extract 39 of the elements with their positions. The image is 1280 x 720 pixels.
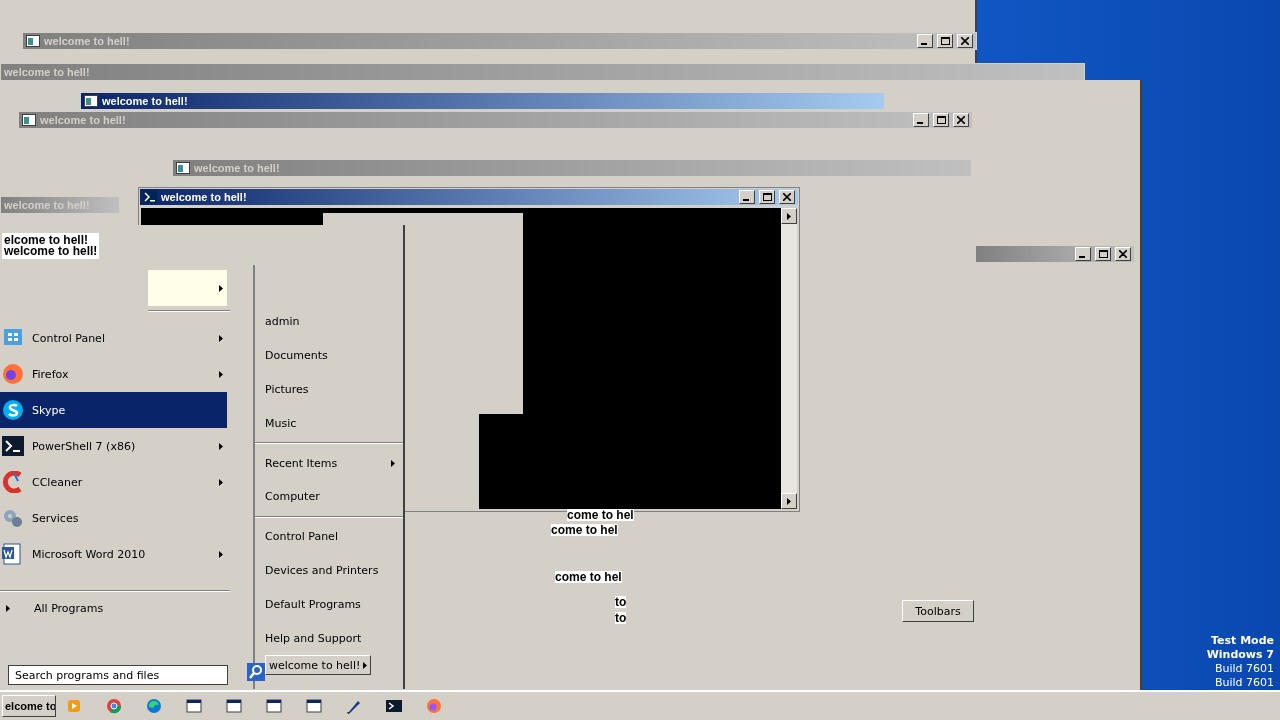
system-watermark: Test Mode: [1211, 634, 1274, 648]
program-item[interactable]: Skype: [0, 392, 227, 428]
window-title: welcome to hell!: [161, 191, 248, 203]
place-item[interactable]: Help and Support: [255, 621, 403, 655]
window-title: welcome to hell!: [4, 66, 91, 78]
system-watermark: Build 7601: [1214, 676, 1274, 690]
place-item[interactable]: Devices and Printers: [255, 553, 403, 588]
title-fragment: come to hel: [551, 524, 618, 536]
system-watermark: Build 7601: [1214, 662, 1274, 676]
title-fragment: come to hel: [555, 571, 622, 583]
search-field[interactable]: Search programs and files: [8, 665, 228, 685]
program-item[interactable]: PowerShell 7 (x86): [0, 428, 227, 464]
shutdown-button[interactable]: welcome to hell!: [265, 655, 372, 675]
window-title-bar[interactable]: welcome to hell!: [139, 188, 799, 206]
system-watermark: Windows 7: [1206, 648, 1274, 662]
place-item[interactable]: Documents: [255, 338, 403, 373]
menu-header: elcome to hell! welcome to hell!: [2, 233, 100, 259]
window-title-bar[interactable]: welcome to hell!: [80, 92, 885, 110]
window-title: welcome to hell!: [40, 114, 127, 126]
title-fragment: to: [615, 596, 627, 608]
program-item[interactable]: Microsoft Word 2010: [0, 536, 227, 572]
place-item[interactable]: Music: [255, 406, 403, 441]
title-fragment: to: [615, 612, 627, 624]
window-title: welcome to hell!: [44, 35, 131, 47]
place-item[interactable]: admin: [255, 305, 403, 339]
program-item[interactable]: Services: [0, 500, 227, 536]
place-item[interactable]: Pictures: [255, 372, 403, 407]
program-item[interactable]: Control Panel: [0, 320, 227, 356]
program-item[interactable]: Firefox: [0, 356, 227, 392]
all-programs-item[interactable]: All Programs: [0, 592, 230, 625]
title-fragment: come to hel: [567, 509, 634, 521]
place-item[interactable]: Default Programs: [255, 587, 403, 622]
place-item[interactable]: Computer: [255, 480, 403, 514]
window-title: welcome to hell!: [102, 95, 189, 107]
place-item[interactable]: Recent Items: [255, 446, 403, 480]
window-title: welcome to hell!: [194, 162, 281, 174]
program-item[interactable]: CCleaner: [0, 464, 227, 500]
toolbars-button[interactable]: Toolbars: [902, 600, 974, 622]
place-item[interactable]: Control Panel: [255, 519, 403, 554]
